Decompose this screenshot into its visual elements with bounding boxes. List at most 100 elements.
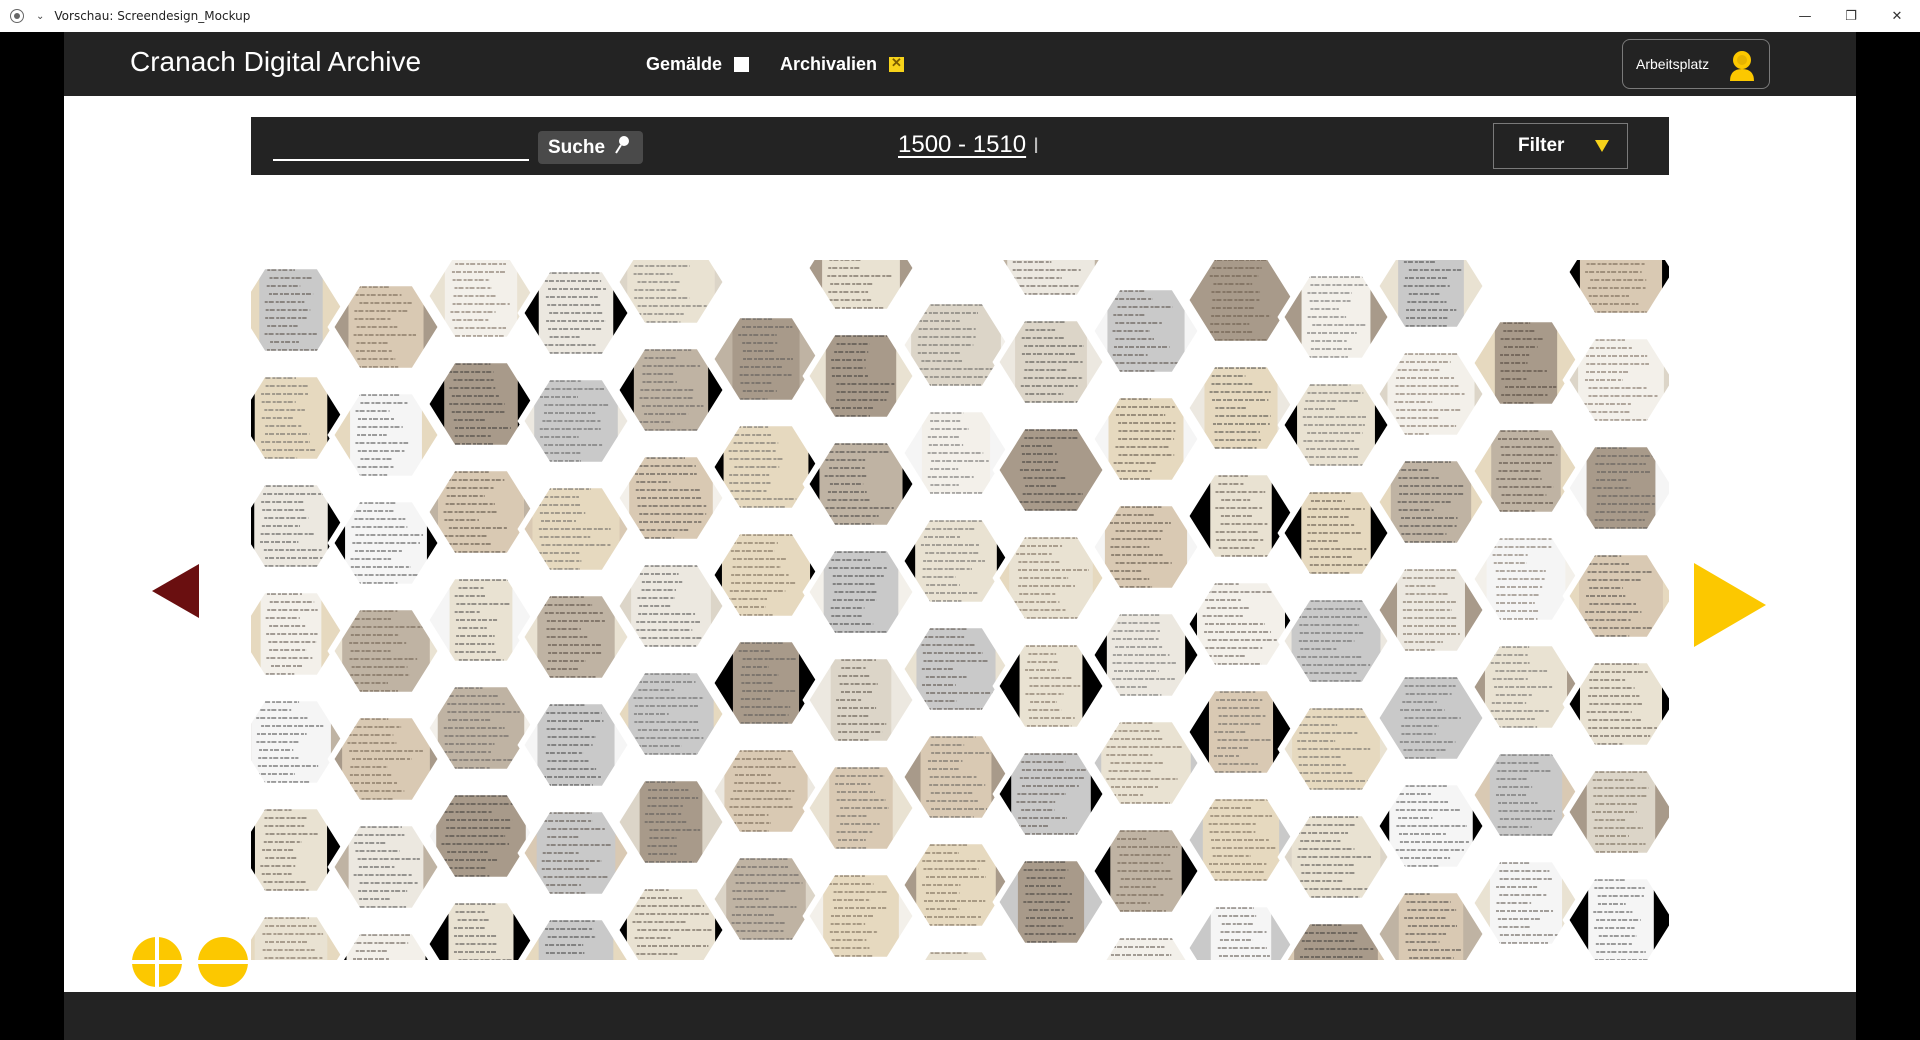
archive-tile[interactable] <box>251 579 346 689</box>
archive-tile[interactable] <box>331 272 441 382</box>
archive-tile[interactable] <box>426 673 536 783</box>
archive-tile[interactable] <box>901 722 1011 832</box>
search-button[interactable]: Suche <box>538 131 643 164</box>
archive-tile[interactable] <box>521 366 631 476</box>
archive-tile[interactable] <box>711 736 821 846</box>
archive-tile[interactable] <box>1471 632 1581 742</box>
archive-tile[interactable] <box>521 582 631 692</box>
archive-tile[interactable] <box>901 830 1011 940</box>
archive-tile[interactable] <box>1281 586 1391 696</box>
archive-tile[interactable] <box>1091 708 1201 818</box>
archive-tile[interactable] <box>806 321 916 431</box>
archive-tile[interactable] <box>1281 802 1391 912</box>
archivalien-checkbox[interactable] <box>889 55 905 72</box>
workspace-button[interactable]: Arbeitsplatz <box>1622 39 1770 89</box>
archive-tile[interactable] <box>616 335 726 445</box>
archive-tile[interactable] <box>1091 384 1201 494</box>
archive-tile[interactable] <box>1376 663 1486 773</box>
archive-tile[interactable] <box>1376 447 1486 557</box>
zoom-in-button[interactable] <box>132 937 182 987</box>
archive-tile[interactable] <box>521 690 631 800</box>
minimize-button[interactable]: — <box>1782 0 1828 32</box>
archive-tile[interactable] <box>711 304 821 414</box>
archive-tile[interactable] <box>996 415 1106 525</box>
archive-tile[interactable] <box>1376 555 1486 665</box>
archive-tile[interactable] <box>806 537 916 647</box>
archive-tile[interactable] <box>1376 771 1486 881</box>
previous-page-button[interactable] <box>152 564 199 618</box>
archive-tile[interactable] <box>996 739 1106 849</box>
toggle-gemaelde[interactable]: Gemälde <box>646 54 750 75</box>
archive-tile[interactable] <box>331 488 441 598</box>
archive-tile[interactable] <box>901 290 1011 400</box>
archive-tile[interactable] <box>711 520 821 630</box>
archive-tile[interactable] <box>331 380 441 490</box>
archive-tile[interactable] <box>251 795 346 905</box>
archive-tile[interactable] <box>1186 569 1296 679</box>
archive-tile[interactable] <box>331 596 441 706</box>
archive-tile[interactable] <box>901 614 1011 724</box>
archive-tile[interactable] <box>426 565 536 675</box>
filter-button[interactable]: Filter <box>1493 123 1628 169</box>
app-frame: Cranach Digital Archive Gemälde Archival… <box>64 32 1856 1040</box>
archive-tile[interactable] <box>251 260 346 365</box>
archive-tile[interactable] <box>331 704 441 814</box>
archive-tile[interactable] <box>1471 416 1581 526</box>
archive-tile[interactable] <box>1376 339 1486 449</box>
archive-tile[interactable] <box>426 781 536 891</box>
search-input[interactable] <box>273 129 529 157</box>
archive-tile[interactable] <box>1186 785 1296 895</box>
archive-tile[interactable] <box>251 471 346 581</box>
archive-tile[interactable] <box>1186 677 1296 787</box>
archive-tile[interactable] <box>521 798 631 908</box>
search-bar: Suche 1500 - 1510 I Filter <box>251 117 1669 175</box>
next-page-button[interactable] <box>1694 563 1766 647</box>
archive-tile[interactable] <box>1186 461 1296 571</box>
restore-button[interactable]: ❐ <box>1828 0 1874 32</box>
archive-tile[interactable] <box>711 412 821 522</box>
archive-tile[interactable] <box>1281 478 1391 588</box>
archive-tile[interactable] <box>251 363 346 473</box>
archive-tile[interactable] <box>426 349 536 459</box>
gemaelde-checkbox[interactable] <box>734 57 750 72</box>
archive-tile[interactable] <box>521 260 631 368</box>
archive-tile[interactable] <box>1091 600 1201 710</box>
archive-tile[interactable] <box>1091 276 1201 386</box>
archive-tile[interactable] <box>426 457 536 567</box>
archive-tile[interactable] <box>711 844 821 954</box>
archive-tile[interactable] <box>806 645 916 755</box>
archive-tile[interactable] <box>996 847 1106 957</box>
archive-tile[interactable] <box>996 523 1106 633</box>
archive-tile[interactable] <box>901 398 1011 508</box>
archive-tile[interactable] <box>1091 492 1201 602</box>
archive-tile[interactable] <box>331 812 441 922</box>
archive-tile[interactable] <box>806 429 916 539</box>
archive-hex-grid <box>251 260 1669 960</box>
zoom-out-button[interactable] <box>198 937 248 987</box>
archive-tile[interactable] <box>521 474 631 584</box>
archive-tile[interactable] <box>1471 740 1581 850</box>
archive-tile[interactable] <box>616 659 726 769</box>
archive-tile[interactable] <box>901 506 1011 616</box>
close-button[interactable]: ✕ <box>1874 0 1920 32</box>
archive-tile[interactable] <box>996 631 1106 741</box>
toggle-archivalien[interactable]: Archivalien <box>780 54 905 75</box>
archive-tile[interactable] <box>806 753 916 863</box>
window-title: Vorschau: Screendesign_Mockup <box>54 9 251 23</box>
archive-tile[interactable] <box>616 767 726 877</box>
archive-tile[interactable] <box>1186 353 1296 463</box>
date-range[interactable]: 1500 - 1510 <box>898 131 1026 159</box>
archive-tile[interactable] <box>996 307 1106 417</box>
archive-tile[interactable] <box>1281 694 1391 804</box>
archive-tile[interactable] <box>1471 848 1581 958</box>
archive-tile[interactable] <box>1471 308 1581 418</box>
archive-tile[interactable] <box>251 687 346 797</box>
archive-tile[interactable] <box>1091 816 1201 926</box>
archive-tile[interactable] <box>1281 370 1391 480</box>
archive-tile[interactable] <box>616 551 726 661</box>
archive-tile[interactable] <box>711 628 821 738</box>
archive-tile[interactable] <box>1281 262 1391 372</box>
archive-tile[interactable] <box>616 443 726 553</box>
chevron-down-icon[interactable]: ⌄ <box>36 11 44 22</box>
archive-tile[interactable] <box>1471 524 1581 634</box>
